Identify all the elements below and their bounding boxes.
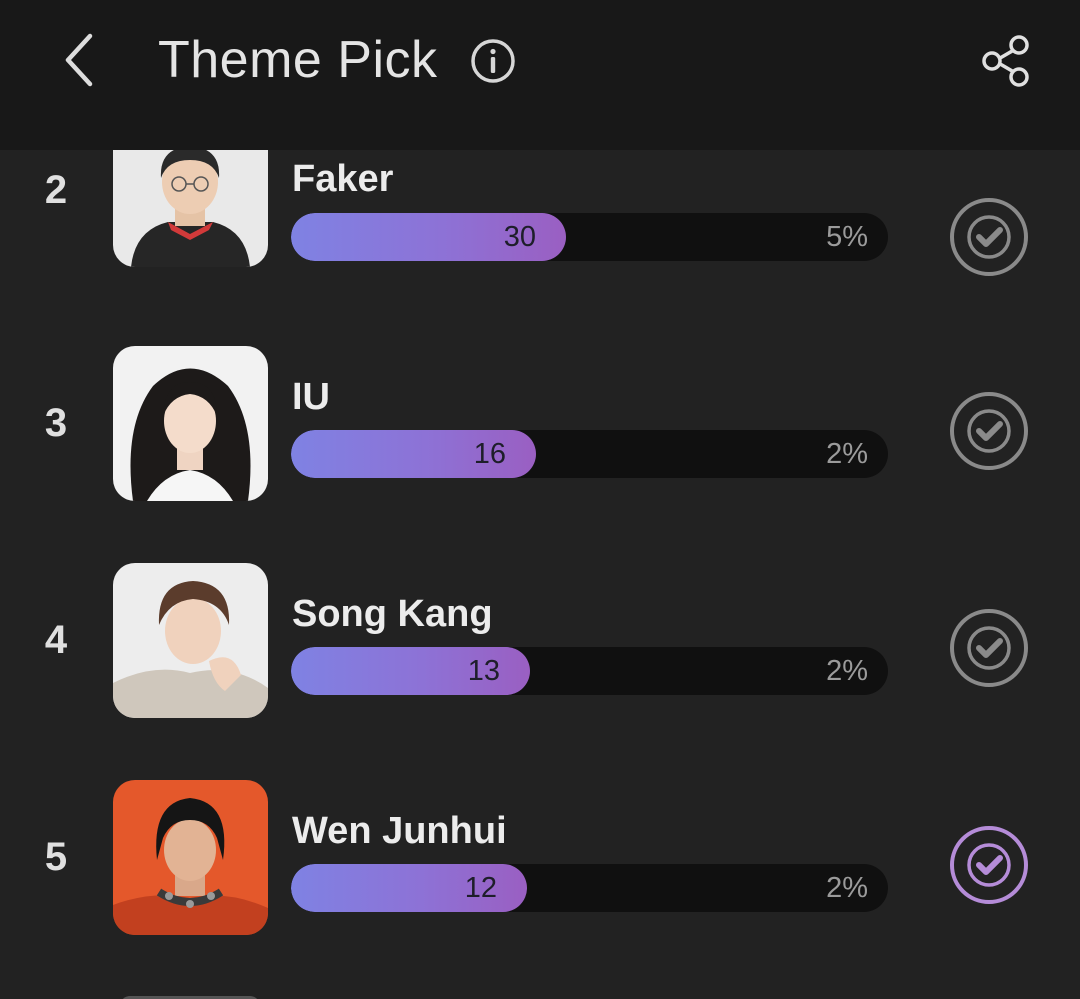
list-item: 5 Wen Junhui 12 2% (0, 779, 1080, 939)
avatar (113, 780, 268, 935)
info-button[interactable] (470, 38, 516, 84)
vote-button[interactable] (948, 390, 1030, 472)
candidate-name: IU (292, 376, 330, 418)
candidate-name: Song Kang (292, 593, 493, 635)
rank-number: 5 (44, 835, 68, 879)
ranking-list: 2 Faker 30 5% 3 IU 16 2% 4 Song Kang 13 … (0, 150, 1080, 999)
vote-percent: 5% (826, 221, 868, 253)
app-header: Theme Pick (0, 0, 1080, 150)
page-title: Theme Pick (158, 31, 438, 89)
share-button[interactable] (978, 32, 1036, 90)
list-item: 4 Song Kang 13 2% (0, 562, 1080, 722)
vote-count: 16 (473, 438, 506, 470)
vote-count: 13 (467, 655, 500, 687)
avatar (113, 346, 268, 501)
info-icon (471, 39, 515, 83)
vote-button[interactable] (948, 607, 1030, 689)
check-circle-icon (950, 198, 1028, 276)
check-circle-icon (950, 609, 1028, 687)
check-circle-icon (950, 392, 1028, 470)
vote-bar: 12 2% (291, 864, 888, 912)
vote-percent: 2% (826, 872, 868, 904)
vote-bar: 16 2% (291, 430, 888, 478)
vote-percent: 2% (826, 438, 868, 470)
share-icon (982, 35, 1029, 87)
vote-percent: 2% (826, 655, 868, 687)
vote-button[interactable] (948, 824, 1030, 906)
rank-number: 2 (44, 168, 68, 212)
vote-bar: 30 5% (291, 213, 888, 261)
vote-count: 12 (464, 872, 497, 904)
vote-count: 30 (503, 221, 536, 253)
list-item: 3 IU 16 2% (0, 345, 1080, 505)
chevron-left-icon (65, 33, 93, 87)
avatar (113, 563, 268, 718)
vote-bar: 13 2% (291, 647, 888, 695)
rank-number: 3 (44, 401, 68, 445)
avatar (113, 150, 268, 267)
back-button[interactable] (52, 28, 108, 92)
vote-button[interactable] (948, 196, 1030, 278)
list-item: 2 Faker 30 5% (0, 150, 1080, 292)
candidate-name: Wen Junhui (292, 810, 507, 852)
check-circle-icon (950, 826, 1028, 904)
rank-number: 4 (44, 618, 68, 662)
candidate-name: Faker (292, 158, 394, 200)
